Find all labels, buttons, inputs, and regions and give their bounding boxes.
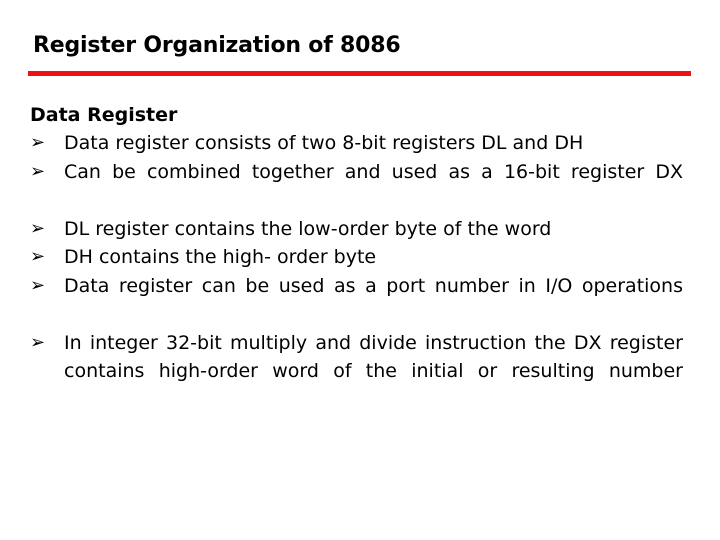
arrow-bullet-icon: ➢ <box>30 274 46 296</box>
list-item-text: Data register can be used as a port numb… <box>64 274 683 297</box>
page-title: Register Organization of 8086 <box>33 33 401 58</box>
list-item-text: In integer 32-bit multiply and divide in… <box>64 331 683 383</box>
list-item-text: DL register contains the low-order byte … <box>64 217 552 240</box>
slide-body: Data Register ➢ Data register consists o… <box>30 101 683 414</box>
list-item: ➢ DH contains the high- order byte <box>30 243 683 272</box>
arrow-bullet-icon: ➢ <box>30 132 46 153</box>
list-item-text: Can be combined together and used as a 1… <box>64 160 683 183</box>
list-item-text: DH contains the high- order byte <box>64 246 377 268</box>
list-item: ➢ Can be combined together and used as a… <box>30 158 683 215</box>
arrow-bullet-icon: ➢ <box>30 246 46 267</box>
section-subheading: Data Register <box>30 104 178 126</box>
arrow-bullet-icon: ➢ <box>30 160 46 182</box>
arrow-bullet-icon: ➢ <box>30 217 46 239</box>
list-item: ➢ DL register contains the low-order byt… <box>30 215 683 244</box>
title-divider-rule <box>28 71 691 76</box>
list-item-text: Data register consists of two 8-bit regi… <box>64 132 584 154</box>
list-item: ➢ In integer 32-bit multiply and divide … <box>30 329 683 415</box>
list-item: ➢ Data register consists of two 8-bit re… <box>30 129 683 158</box>
list-item: ➢ Data register can be used as a port nu… <box>30 272 683 329</box>
arrow-bullet-icon: ➢ <box>30 331 46 353</box>
slide: Register Organization of 8086 Data Regis… <box>0 0 720 540</box>
bullet-list: ➢ Data register consists of two 8-bit re… <box>30 129 683 414</box>
